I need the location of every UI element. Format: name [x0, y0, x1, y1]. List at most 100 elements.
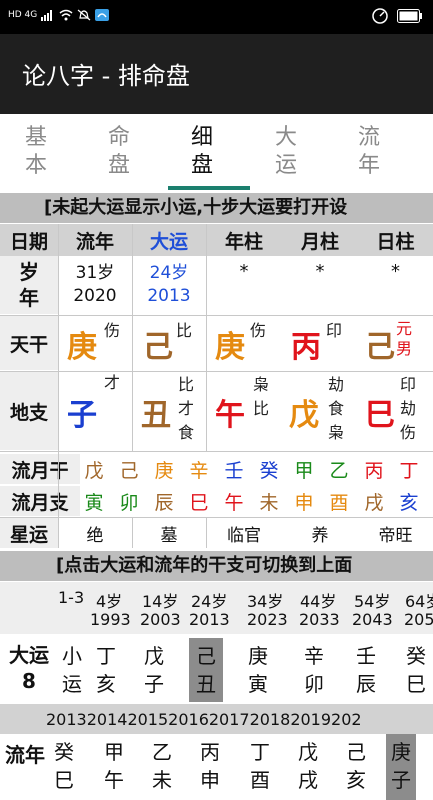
liunian-years: 2013201420152016201720182019202 — [46, 710, 362, 729]
signal-icon — [41, 10, 53, 21]
year-tiangan-char: 庚 — [215, 330, 245, 365]
tab-liunian[interactable]: 流年 — [339, 124, 399, 184]
liuyue-gan-7: 甲 — [294, 460, 314, 482]
liuyue-zhi-7: 申 — [294, 492, 314, 514]
label-liuyue-zhi: 流月支 — [0, 486, 80, 516]
dayun-year-4: 2033 — [299, 610, 340, 629]
dayun-age-5: 44岁 — [300, 592, 337, 611]
dayun-age-0: 1-3 — [58, 588, 85, 607]
label-tiangan: 天干 — [0, 316, 58, 370]
app-notification-icon — [95, 9, 110, 21]
liuyue-zhi-8: 酉 — [329, 492, 349, 514]
liuyue-gan-4: 辛 — [189, 460, 209, 482]
liuyue-zhi-10: 亥 — [399, 492, 419, 514]
day-tiangan-char: 己 — [365, 330, 395, 365]
header-day-pillar: 日柱 — [358, 224, 433, 256]
dayun-item-5[interactable]: 辛卯 — [296, 642, 332, 698]
year-tiangan-shen: 伤 — [250, 321, 267, 340]
dayun-item-4[interactable]: 庚寅 — [240, 642, 276, 698]
year-pillar-star: * — [239, 260, 249, 282]
liunian-item-0[interactable]: 癸巳 — [46, 738, 82, 794]
day-tiangan-shen-1: 元 — [396, 319, 413, 338]
speed-icon — [372, 8, 388, 24]
year-dizhi-char: 午 — [215, 398, 245, 433]
dayun-age-4: 34岁 — [247, 592, 284, 611]
liuyue-gan-5: 壬 — [224, 460, 244, 482]
liuyue-gan-3: 庚 — [154, 460, 174, 482]
dayun-dizhi-char[interactable]: 丑 — [136, 390, 176, 434]
day-dizhi-char: 巳 — [365, 398, 395, 433]
day-dizhi-shen-1: 印 — [400, 375, 417, 394]
dayun-item-6[interactable]: 壬辰 — [348, 642, 384, 698]
liunian-dizhi-shen: 才 — [104, 373, 121, 392]
label-dizhi: 地支 — [0, 372, 58, 450]
liuyue-gan-10: 丁 — [399, 460, 419, 482]
dayun-year-1: 2003 — [140, 610, 181, 629]
header-date: 日期 — [0, 224, 58, 256]
month-dizhi-shen-1: 劫 — [328, 375, 345, 394]
liuyue-zhi-9: 戌 — [364, 492, 384, 514]
month-tiangan-char: 丙 — [291, 330, 321, 365]
tab-detail[interactable]: 细盘 — [172, 124, 232, 184]
month-dizhi-shen-3: 枭 — [328, 423, 345, 442]
wifi-icon — [59, 9, 73, 21]
dayun-item-7[interactable]: 癸巳 — [398, 642, 433, 698]
liunian-item-6[interactable]: 己亥 — [338, 738, 374, 794]
header-liunian: 流年 — [58, 224, 132, 256]
dayun-item-3-selected[interactable]: 己丑 — [189, 638, 223, 702]
header-dayun: 大运 — [132, 224, 206, 256]
liunian-dizhi-char[interactable]: 子 — [62, 390, 102, 434]
status-bar: HD 4G — [0, 0, 433, 34]
liunian-age-year[interactable]: 31岁 2020 — [58, 256, 132, 314]
year-dizhi-shen-1: 枭 — [253, 375, 270, 394]
liunian-item-1[interactable]: 甲午 — [96, 738, 132, 794]
header-year-pillar: 年柱 — [206, 224, 282, 256]
year-xingyun: 临官 — [227, 525, 261, 546]
tab-bar: 基本 命盘 细盘 大运 流年 — [0, 114, 433, 192]
label-liuyue-gan: 流月干 — [0, 454, 80, 484]
day-xingyun: 帝旺 — [378, 525, 413, 546]
tab-indicator — [168, 186, 250, 190]
liuyue-gan-8: 乙 — [329, 460, 349, 482]
dayun-dizhi-shen-1: 比 — [178, 375, 195, 394]
liuyue-gan-2: 己 — [119, 460, 139, 482]
liuyue-zhi-1: 寅 — [84, 492, 104, 514]
liuyue-zhi-6: 未 — [259, 492, 279, 514]
liunian-item-3[interactable]: 丙申 — [192, 738, 228, 794]
dayun-year-5: 2043 — [352, 610, 393, 629]
network-label: HD 4G — [8, 10, 38, 20]
liunian-item-2[interactable]: 乙未 — [144, 738, 180, 794]
tab-basic[interactable]: 基本 — [6, 124, 66, 184]
day-dizhi-shen-3: 伤 — [400, 423, 417, 442]
dayun-tiangan-shen: 比 — [176, 321, 193, 340]
liunian-xingyun: 绝 — [86, 525, 104, 546]
battery-icon — [397, 9, 422, 23]
liunian-tiangan-char[interactable]: 庚 — [62, 322, 102, 366]
liuyue-zhi-5: 午 — [224, 492, 244, 514]
dayun-age-year[interactable]: 24岁 2013 — [132, 256, 206, 314]
liunian-item-5[interactable]: 戊戌 — [290, 738, 326, 794]
liuyue-gan-6: 癸 — [259, 460, 279, 482]
month-dizhi-shen-2: 食 — [328, 399, 345, 418]
tab-dayun[interactable]: 大运 — [256, 124, 316, 184]
liunian-tiangan-shen: 伤 — [104, 321, 121, 340]
dayun-xingyun: 墓 — [160, 525, 178, 546]
dayun-dizhi-shen-3: 食 — [178, 423, 195, 442]
liunian-item-4[interactable]: 丁酉 — [242, 738, 278, 794]
dayun-age-7: 64岁 — [405, 592, 433, 611]
tab-chart[interactable]: 命盘 — [89, 124, 149, 184]
liuyue-zhi-2: 卯 — [119, 492, 139, 514]
dayun-item-1[interactable]: 丁亥 — [88, 642, 124, 698]
dayun-year-0: 1993 — [90, 610, 131, 629]
day-pillar-star: * — [391, 260, 400, 282]
month-xingyun: 养 — [311, 525, 329, 546]
dayun-tiangan-char[interactable]: 己 — [138, 322, 178, 366]
month-pillar-star: * — [315, 260, 325, 282]
dayun-item-0[interactable]: 小运 — [54, 642, 90, 698]
dayun-age-3: 24岁 — [191, 592, 228, 611]
dayun-year-2: 2013 — [189, 610, 230, 629]
dayun-item-2[interactable]: 戊子 — [136, 642, 172, 698]
liunian-item-7-selected[interactable]: 庚子 — [386, 734, 416, 800]
label-xingyun: 星运 — [0, 518, 58, 548]
dayun-year-3: 2023 — [247, 610, 288, 629]
